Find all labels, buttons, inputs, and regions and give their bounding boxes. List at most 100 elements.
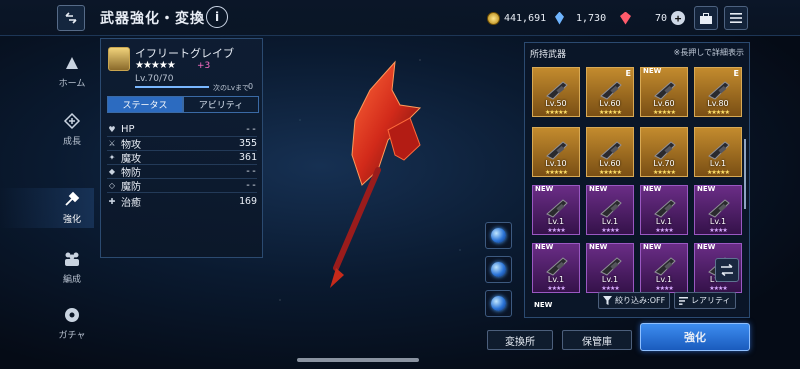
new-badge: NEW [589, 243, 608, 251]
weapon-cell[interactable]: Lv.60 ★★★★★ [586, 127, 634, 177]
inventory-scrollbar[interactable] [744, 139, 746, 209]
new-badge: NEW [535, 243, 554, 251]
material-orb-icon [491, 228, 506, 243]
weapon-level: Lv.80 [707, 99, 729, 108]
exchange-button[interactable]: 変換所 [487, 330, 553, 350]
stat-row-matk: ✦ 魔攻 361 [107, 151, 257, 165]
wand-icon: ✦ [108, 153, 116, 162]
weapon-cell[interactable]: NEW Lv.1★★★★ [640, 243, 688, 293]
weapon-cell[interactable]: Lv.10 ★★★★★ [532, 127, 580, 177]
weapon-cell[interactable]: NEW Lv.1★★★★ [586, 243, 634, 293]
swap-arrows-icon [721, 264, 733, 276]
home-indicator[interactable] [297, 358, 419, 362]
weapon-level: Lv.50 [545, 99, 567, 108]
sort-button[interactable]: レアリティ [674, 292, 736, 309]
new-badge: NEW [534, 301, 553, 309]
filter-icon [603, 296, 612, 305]
tab-status[interactable]: ステータス [107, 96, 183, 113]
weapon-level: Lv.1 [709, 159, 727, 168]
enhance-button[interactable]: 強化 [640, 323, 750, 351]
weapon-cell[interactable]: Lv.70 ★★★★★ [640, 127, 688, 177]
weapon-rarity-stars: ★★★★★ [707, 169, 730, 176]
weapon-rarity-stars: ★★★★ [547, 285, 566, 292]
weapon-cell[interactable]: NEW Lv.60 ★★★★★ [640, 67, 688, 117]
nav-item-enhance[interactable]: 強化 [0, 182, 94, 232]
back-button[interactable] [57, 5, 85, 31]
nav-item-gacha[interactable]: ガチャ [50, 298, 94, 348]
weapon-rarity-stars: ★★★★★ [707, 109, 730, 116]
new-badge: NEW [643, 243, 662, 251]
weapon-level: Lv.60 [653, 99, 675, 108]
nav-item-party[interactable]: 編成 [50, 242, 94, 292]
weapon-rarity-stars: ★★★★★ [599, 169, 622, 176]
weapon-cell[interactable]: NEW Lv.1★★★★ [694, 185, 742, 235]
gem-amount: 70 [655, 12, 668, 24]
nav-item-label: 編成 [62, 274, 81, 285]
weapon-rarity-stars: ★★★★ [709, 285, 728, 292]
stat-row-mdef: ◇ 魔防 -- [107, 179, 257, 193]
tab-ability[interactable]: アビリティ [183, 96, 259, 113]
nav-item-growth[interactable]: 成長 [50, 104, 94, 154]
material-slot[interactable] [485, 256, 512, 283]
stat-row-heal: ✚ 治癒 169 [107, 195, 257, 209]
heal-icon: ✚ [108, 197, 116, 206]
nav-item-label: ガチャ [58, 330, 86, 341]
weapon-level: Lv.60 [599, 159, 621, 168]
weapon-cell[interactable]: NEW Lv.1★★★★ [532, 243, 580, 293]
stat-divider [107, 192, 257, 193]
weapon-rarity-stars: ★★★★ [655, 227, 674, 234]
material-slot[interactable] [485, 290, 512, 317]
inventory-hint: ※長押しで詳細表示 [673, 48, 744, 57]
magic-shield-icon: ◇ [108, 181, 116, 190]
weapon-level: Lv.1 [547, 217, 565, 226]
swap-order-button[interactable] [715, 258, 739, 282]
filter-button[interactable]: 絞り込み:OFF [598, 292, 671, 309]
equipped-badge: E [625, 69, 631, 78]
weapon-cell[interactable]: NEW Lv.1★★★★ [532, 185, 580, 235]
stat-label: 物攻 [121, 140, 141, 151]
stat-value: 169 [238, 196, 257, 207]
weapon-level: Lv.10 [545, 159, 567, 168]
new-badge: NEW [643, 67, 662, 75]
equipped-badge: E [733, 69, 739, 78]
weapon-cell[interactable]: Lv.1 ★★★★★ [694, 127, 742, 177]
sword-icon: ⚔ [108, 139, 116, 148]
inventory-title: 所持武器 [530, 50, 567, 60]
stat-value: 355 [238, 138, 257, 149]
weapon-rarity-stars: ★★★★ [655, 285, 674, 292]
next-level-value: 0 [248, 82, 254, 91]
weapon-cell[interactable]: E Lv.60 ★★★★★ [586, 67, 634, 117]
material-slot[interactable] [485, 222, 512, 249]
weapon-rarity-stars: ★★★★★ [545, 109, 568, 116]
weapon-detail-panel: イフリートグレイブ ★★★★★ +3 Lv.70/70 次のLvまで 0 ステー… [100, 38, 263, 258]
weapon-cell[interactable]: Lv.50 ★★★★★ [532, 67, 580, 117]
storage-button[interactable]: 保管庫 [562, 330, 632, 350]
info-icon[interactable]: i [206, 6, 228, 28]
nav-item-label: 成長 [62, 136, 81, 147]
nav-item-label: ホーム [58, 78, 86, 89]
gem-counter: 70 + [620, 9, 686, 27]
stat-row-patk: ⚔ 物攻 355 [107, 137, 257, 151]
menu-button[interactable] [724, 6, 748, 30]
nav-item-home[interactable]: ホーム [50, 46, 94, 96]
side-nav: ホーム 成長 強化 編成 ガチャ [0, 36, 94, 369]
add-gems-button[interactable]: + [671, 11, 686, 25]
new-badge: NEW [697, 185, 716, 193]
weapon-rarity-stars: ★★★★ [547, 227, 566, 234]
weapon-rarity-stars: ★★★★★ [653, 109, 676, 116]
enhance-icon [65, 191, 80, 206]
weapon-cell[interactable]: E Lv.80 ★★★★★ [694, 67, 742, 117]
heart-icon: ♥ [108, 125, 116, 134]
new-badge: NEW [535, 185, 554, 193]
weapon-rarity-stars: ★★★★ [709, 227, 728, 234]
stat-label: 物防 [121, 168, 141, 179]
briefcase-icon [700, 12, 712, 24]
weapon-cell[interactable]: NEW Lv.1★★★★ [586, 185, 634, 235]
filter-label: 絞り込み:OFF [615, 296, 666, 305]
back-arrows-icon [65, 12, 77, 24]
inventory-button[interactable] [694, 6, 718, 30]
weapon-cell[interactable]: NEW Lv.1★★★★ [640, 185, 688, 235]
weapon-level: Lv.60 [599, 99, 621, 108]
gil-counter: 441,691 [487, 9, 546, 27]
weapon-rarity-stars: ★★★★★ [545, 169, 568, 176]
